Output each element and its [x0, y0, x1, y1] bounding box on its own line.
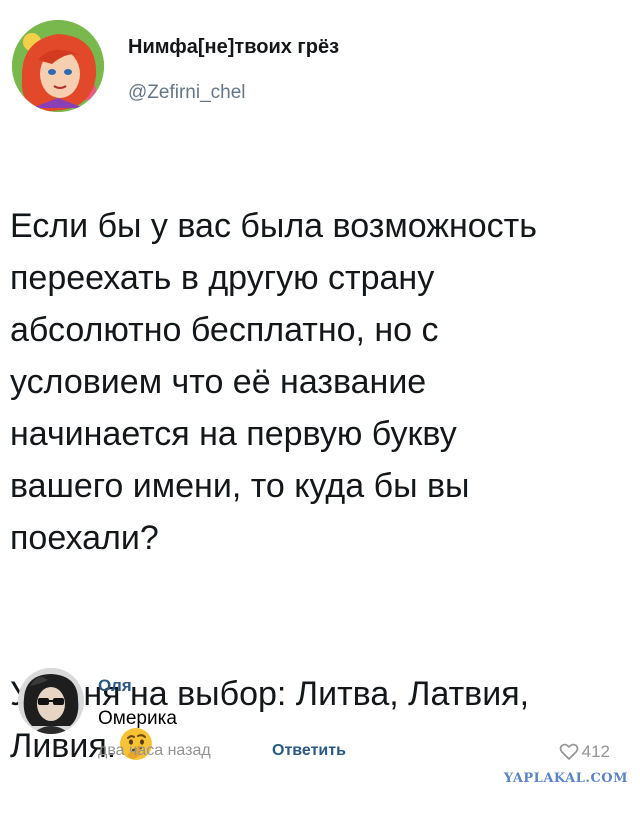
tweet-paragraph-question: Если бы у вас была возможность переехать…	[10, 207, 537, 557]
comment-timestamp[interactable]: два часа назад	[98, 742, 211, 760]
cartoon-avatar-icon	[12, 20, 104, 112]
like-button[interactable]: 412	[559, 742, 610, 762]
tweet-answer-line-1: У меня на выбор: Литва, Латвия,	[10, 675, 530, 713]
comment-author-avatar[interactable]	[18, 668, 84, 734]
heart-outline-icon	[559, 743, 578, 760]
comment-text: Омерика	[98, 708, 177, 729]
reply-button[interactable]: Ответить	[272, 742, 346, 760]
person-avatar-icon	[18, 668, 84, 734]
tweet-display-name[interactable]: Нимфа[не]твоих грёз	[128, 36, 339, 59]
like-count: 412	[581, 742, 610, 761]
tweet-author-avatar[interactable]	[12, 20, 104, 112]
site-watermark: YAPLAKAL.COM	[503, 771, 628, 786]
tweet-handle[interactable]: @Zeﬁrni_chel	[128, 82, 246, 104]
comment-author-name[interactable]: Оля	[98, 676, 132, 696]
